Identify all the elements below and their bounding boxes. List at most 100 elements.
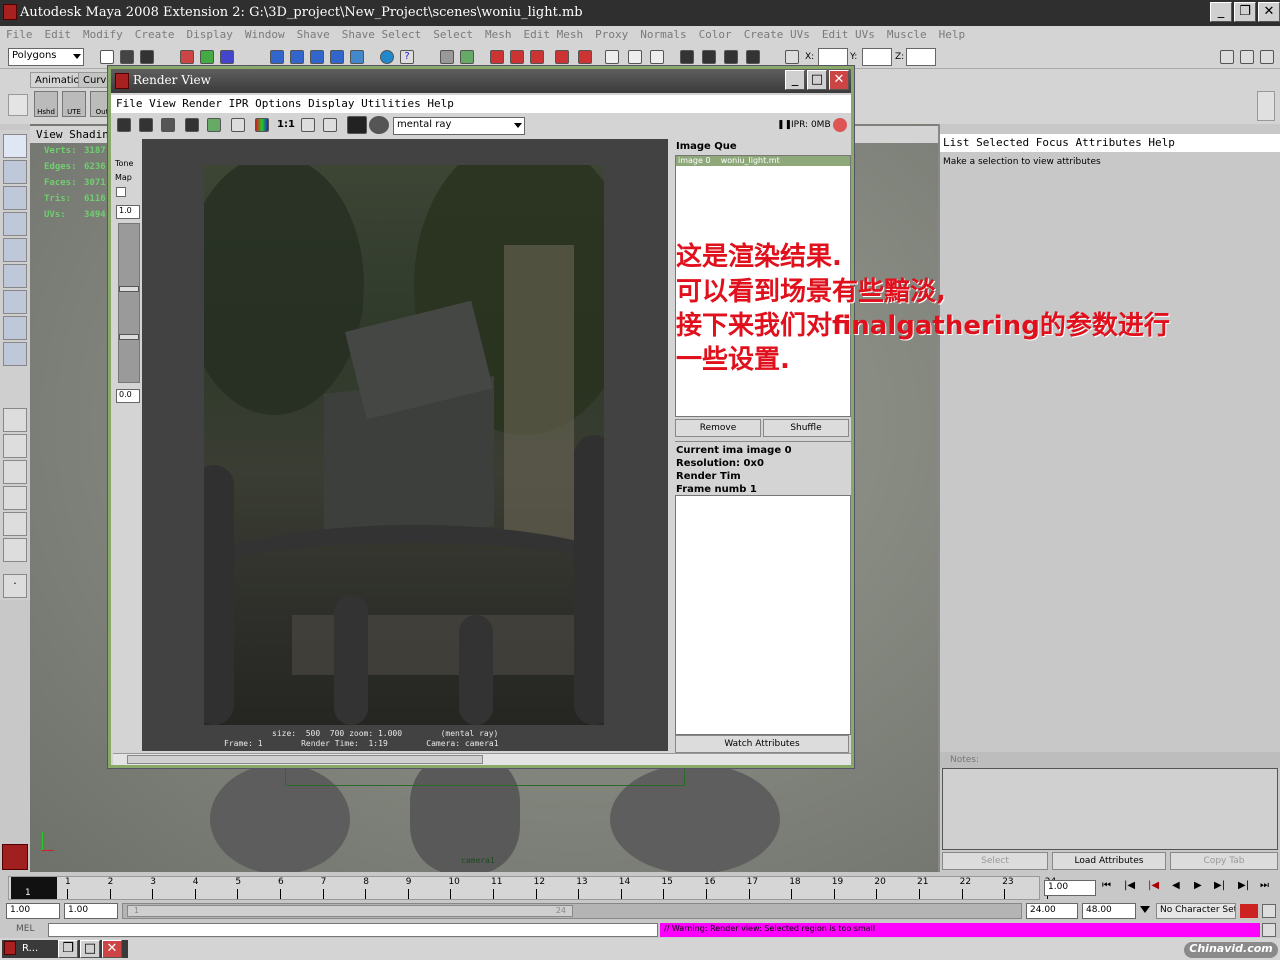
copy-tab-button[interactable]: Copy Tab: [1170, 852, 1278, 870]
attr-menu-list[interactable]: List: [943, 136, 970, 149]
menu-select[interactable]: Select: [427, 26, 479, 41]
rv-menu-view[interactable]: View: [149, 97, 176, 110]
attribute-editor-icon[interactable]: [1220, 50, 1234, 64]
redo-render-icon[interactable]: [117, 118, 131, 132]
rgb-channel-icon[interactable]: [255, 118, 269, 132]
new-scene-icon[interactable]: [100, 50, 114, 64]
menu-shave-select[interactable]: Shave Select: [336, 26, 427, 41]
snap-grid-icon[interactable]: [270, 50, 284, 64]
render-image-area[interactable]: size: 500 700 zoom: 1.000 (mental ray) F…: [142, 139, 668, 751]
open-scene-icon[interactable]: [120, 50, 134, 64]
viewport-menu-shading[interactable]: Shadin: [69, 128, 109, 141]
menu-modify[interactable]: Modify: [77, 26, 129, 41]
play-forward-icon[interactable]: ▶: [1194, 880, 1202, 891]
step-forward-frame-icon[interactable]: ▶|: [1214, 880, 1225, 891]
render-settings-icon[interactable]: [555, 50, 569, 64]
menu-edit-mesh[interactable]: Edit Mesh: [517, 26, 589, 41]
move-tool-icon[interactable]: [3, 212, 27, 236]
ipr-icon[interactable]: [510, 50, 524, 64]
watch-attributes-list[interactable]: [675, 495, 851, 735]
help-icon[interactable]: ?: [400, 50, 414, 64]
rv-scroll-thumb[interactable]: [127, 755, 483, 764]
snap-point-icon[interactable]: [310, 50, 324, 64]
construction-icon[interactable]: [460, 50, 474, 64]
rotate-tool-icon[interactable]: [3, 238, 27, 262]
x-field[interactable]: [818, 48, 848, 66]
time-slider[interactable]: 1 12345678910111213141516171819202122232…: [0, 872, 1280, 902]
attr-menu-selected[interactable]: Selected: [976, 136, 1029, 149]
snapshot-icon[interactable]: [161, 118, 175, 132]
range-slider-thumb[interactable]: 1 24: [127, 905, 573, 917]
character-set-field[interactable]: No Character Set: [1156, 903, 1236, 919]
channel-ops-icon[interactable]: [650, 50, 664, 64]
load-attributes-button[interactable]: Load Attributes: [1052, 852, 1166, 870]
menu-display[interactable]: Display: [181, 26, 239, 41]
rv-menu-options[interactable]: Options: [255, 97, 301, 110]
render-region-icon[interactable]: [139, 118, 153, 132]
queue-item[interactable]: image 0 woniu_light.mt: [676, 156, 850, 166]
character-set-arrow-icon[interactable]: [1140, 906, 1150, 913]
y-field[interactable]: [862, 48, 892, 66]
lock-icon[interactable]: [440, 50, 454, 64]
rv-menu-utilities[interactable]: Utilities: [361, 97, 421, 110]
layout-persp-outliner-icon[interactable]: [3, 460, 27, 484]
layout-single-icon[interactable]: [3, 408, 27, 432]
minimized-render-view[interactable]: R... ❐ □ ✕: [2, 940, 128, 958]
step-back-frame-icon[interactable]: |◀: [1148, 880, 1159, 891]
batch-render-icon[interactable]: [746, 50, 760, 64]
menu-edit[interactable]: Edit: [39, 26, 78, 41]
restore-button[interactable]: ❐: [1234, 2, 1256, 22]
display-sphere-icon[interactable]: [369, 116, 389, 134]
history-icon[interactable]: [380, 50, 394, 64]
select-button[interactable]: Select: [942, 852, 1048, 870]
channel-box-icon[interactable]: [1260, 50, 1274, 64]
layout-graph-icon[interactable]: [3, 486, 27, 510]
taskbar-restore-button[interactable]: ❐: [58, 940, 78, 958]
attr-menu-attributes[interactable]: Attributes: [1075, 136, 1141, 149]
play-backward-icon[interactable]: ◀: [1172, 880, 1180, 891]
tone-slider-handle-low[interactable]: [119, 334, 139, 340]
current-frame-field[interactable]: 1.00: [1044, 880, 1096, 896]
playback-end-field[interactable]: 24.00: [1026, 903, 1078, 919]
menu-set-select[interactable]: Polygons: [8, 48, 84, 66]
shuffle-button[interactable]: Shuffle: [763, 419, 849, 437]
taskbar-maximize-button[interactable]: □: [80, 940, 100, 958]
select-hierarchy-icon[interactable]: [180, 50, 194, 64]
rv-minimize-button[interactable]: _: [785, 70, 805, 90]
select-object-icon[interactable]: [200, 50, 214, 64]
rv-menu-ipr[interactable]: IPR: [229, 97, 249, 110]
refresh-ipr-icon[interactable]: [207, 118, 221, 132]
hypershade-icon[interactable]: [578, 50, 592, 64]
tone-low-field[interactable]: 0.0: [116, 389, 140, 403]
manipulator-tool-icon[interactable]: [3, 290, 27, 314]
mel-label[interactable]: MEL: [16, 924, 34, 934]
render-icon[interactable]: [530, 50, 544, 64]
menu-help[interactable]: Help: [933, 26, 972, 41]
layout-hypershade-icon[interactable]: [3, 512, 27, 536]
tone-map-checkbox[interactable]: [116, 187, 126, 197]
tone-slider[interactable]: [118, 223, 140, 383]
lasso-tool-icon[interactable]: [3, 160, 27, 184]
snap-plane-icon[interactable]: [330, 50, 344, 64]
taskbar-close-button[interactable]: ✕: [102, 940, 122, 958]
menu-edit-uvs[interactable]: Edit UVs: [816, 26, 881, 41]
viewport-menu-view[interactable]: View: [36, 128, 63, 141]
shelf-menu-button[interactable]: [8, 94, 28, 116]
paint-select-tool-icon[interactable]: [3, 186, 27, 210]
rv-menu-help[interactable]: Help: [427, 97, 454, 110]
output-ops-icon[interactable]: [628, 50, 642, 64]
rv-close-button[interactable]: ✕: [829, 70, 849, 90]
menu-muscle[interactable]: Muscle: [881, 26, 933, 41]
remove-button[interactable]: Remove: [675, 419, 761, 437]
step-back-key-icon[interactable]: |◀: [1124, 880, 1135, 891]
menu-create-uvs[interactable]: Create UVs: [738, 26, 816, 41]
rv-menu-render[interactable]: Render: [182, 97, 222, 110]
menu-file[interactable]: File: [0, 26, 39, 41]
soft-mod-tool-icon[interactable]: [3, 316, 27, 340]
attr-menu-focus[interactable]: Focus: [1036, 136, 1069, 149]
layout-more-icon[interactable]: ·: [3, 574, 27, 598]
minimize-button[interactable]: _: [1210, 2, 1232, 22]
go-to-start-icon[interactable]: ⏮: [1102, 880, 1111, 891]
watch-attributes-button[interactable]: Watch Attributes: [675, 735, 849, 753]
notes-field[interactable]: [942, 768, 1278, 850]
